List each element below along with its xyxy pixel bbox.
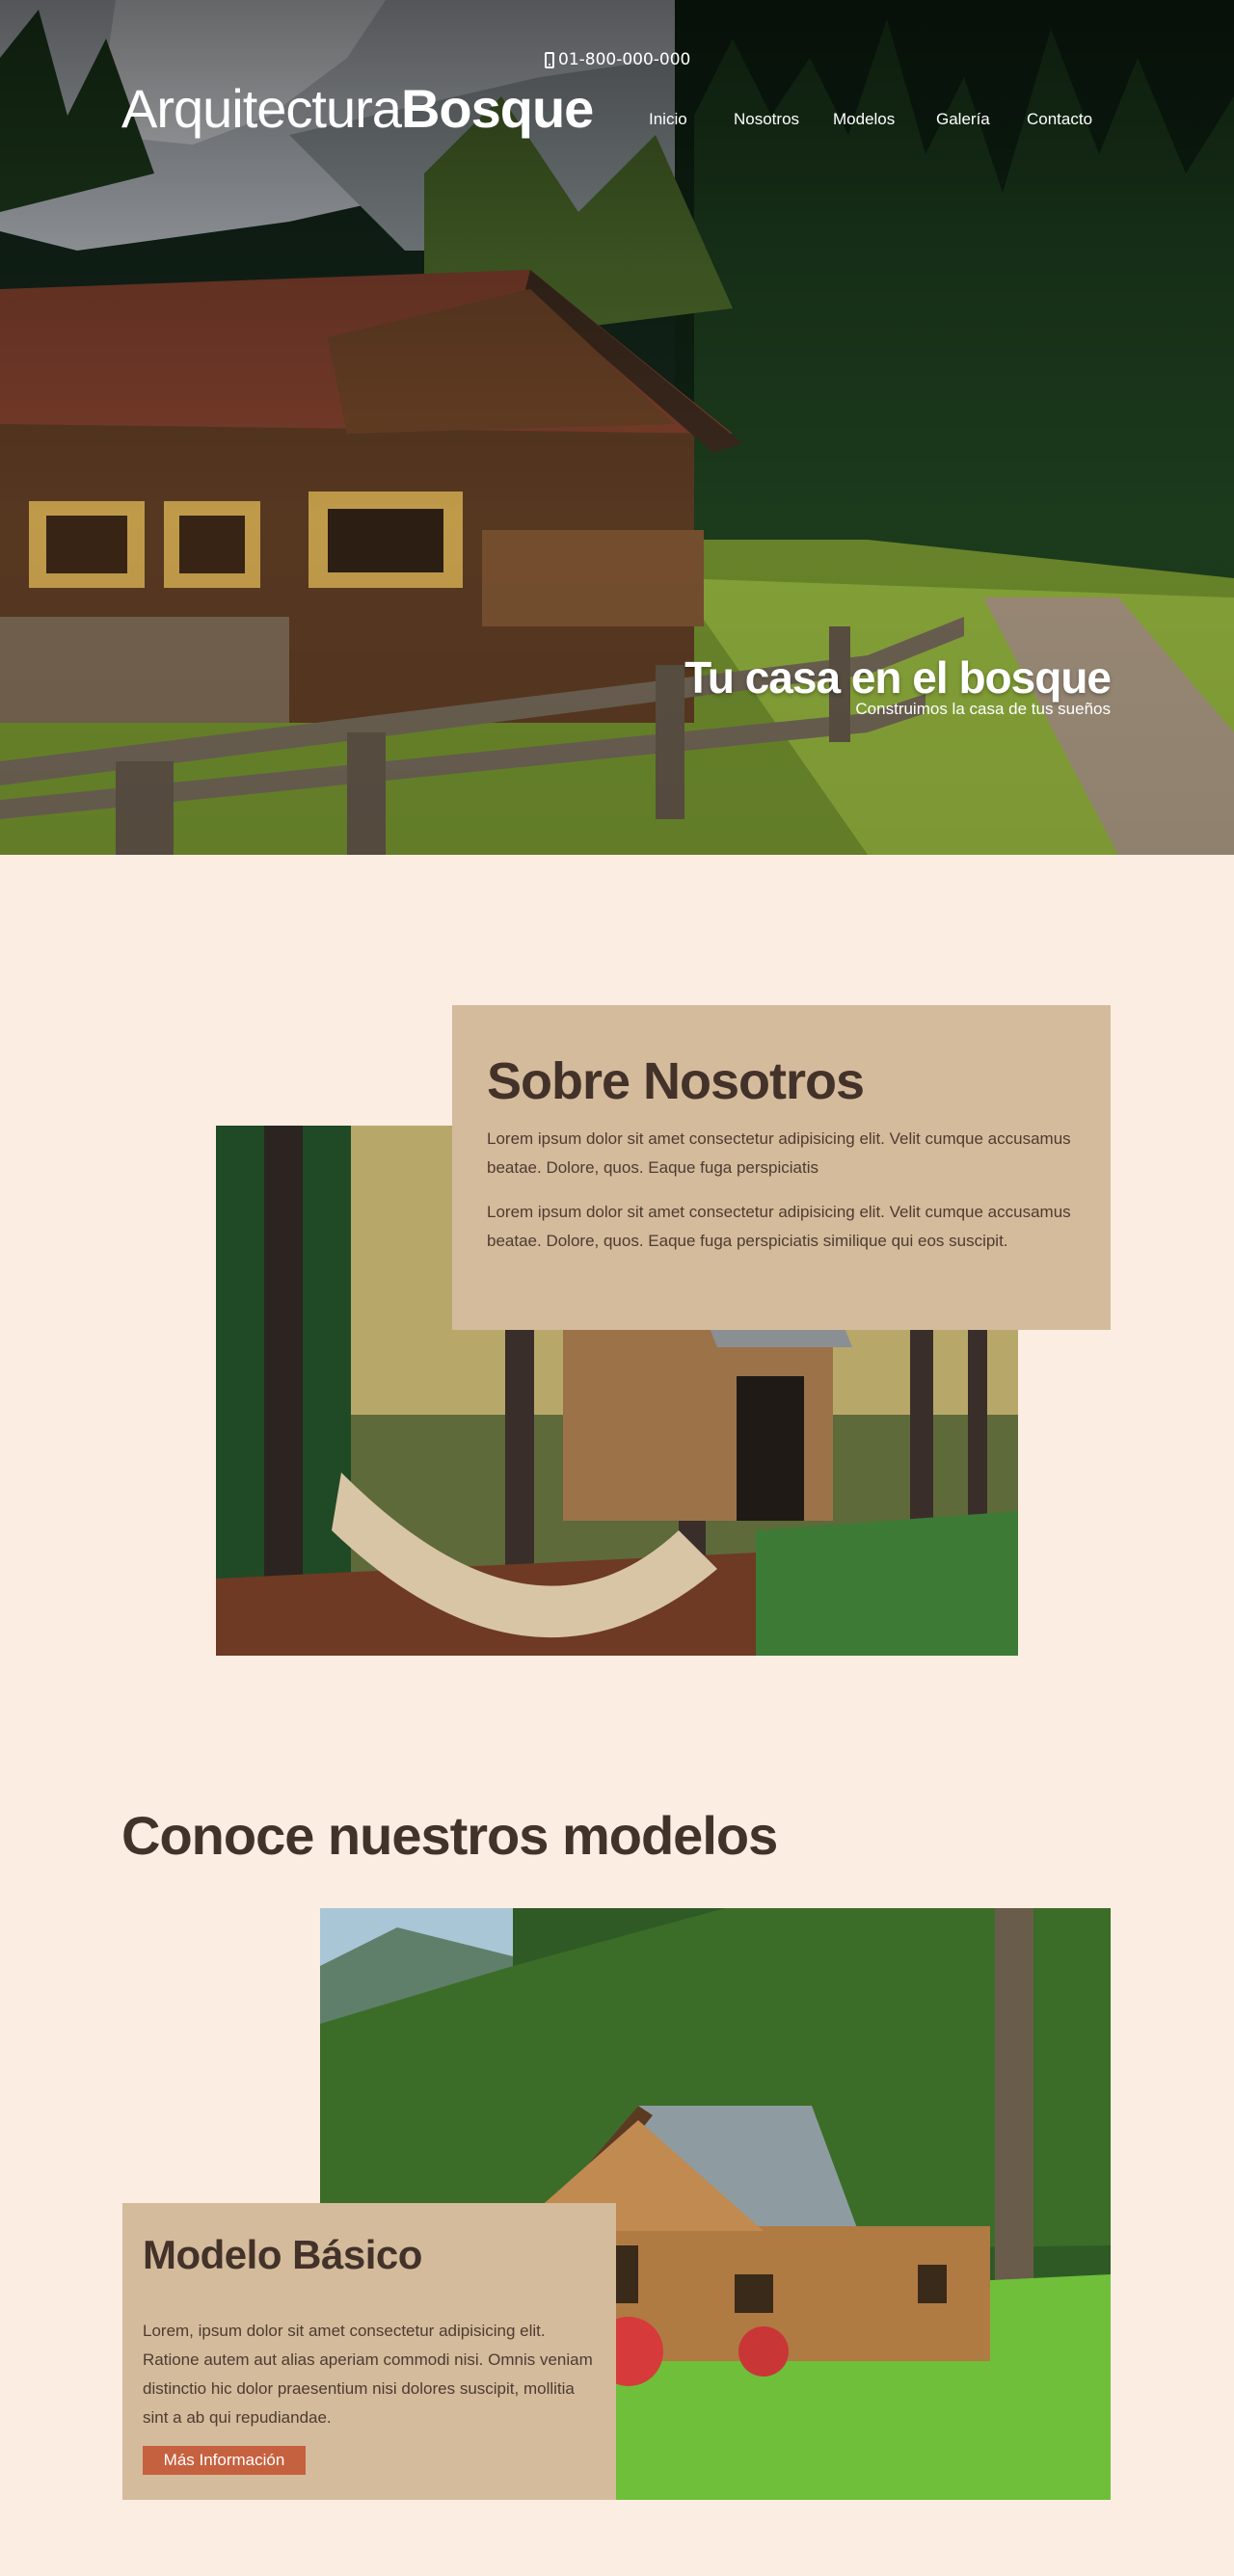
about-title: Sobre Nosotros	[487, 1052, 865, 1110]
models-section: Conoce nuestros modelos Modelo Básico Lo…	[0, 1766, 1234, 2576]
model-card-basico: Modelo Básico Lorem, ipsum dolor sit ame…	[122, 2203, 616, 2500]
nav-item-contacto[interactable]: Contacto	[1027, 110, 1092, 129]
phone-number: 01-800-000-000	[558, 50, 691, 69]
models-title: Conoce nuestros modelos	[121, 1805, 778, 1866]
logo-light-text: Arquitectura	[121, 78, 402, 139]
about-paragraph-1: Lorem ipsum dolor sit amet consectetur a…	[487, 1129, 1071, 1177]
logo-bold-text: Bosque	[400, 78, 594, 139]
about-paragraph-2: Lorem ipsum dolor sit amet consectetur a…	[487, 1203, 1071, 1250]
nav-item-galeria[interactable]: Galería	[936, 110, 990, 129]
model-card-title: Modelo Básico	[143, 2232, 422, 2277]
hero-section: 01-800-000-000 ArquitecturaBosque Inicio…	[0, 0, 1234, 855]
nav-item-modelos[interactable]: Modelos	[833, 110, 895, 129]
model-card-text: Lorem, ipsum dolor sit amet consectetur …	[143, 2322, 593, 2427]
nav-item-inicio[interactable]: Inicio	[649, 110, 687, 129]
phone-contact[interactable]: 01-800-000-000	[545, 50, 690, 69]
about-card: Sobre Nosotros Lorem ipsum dolor sit ame…	[452, 1005, 1111, 1330]
more-info-button[interactable]: Más Información	[143, 2446, 306, 2475]
nav-item-nosotros[interactable]: Nosotros	[734, 110, 799, 129]
hero-heading-block: Tu casa en el bosque Construimos la casa…	[684, 651, 1112, 719]
hero-title: Tu casa en el bosque	[684, 652, 1112, 703]
site-logo[interactable]: ArquitecturaBosque	[121, 77, 594, 140]
about-section: Sobre Nosotros Lorem ipsum dolor sit ame…	[0, 855, 1234, 1766]
phone-icon	[545, 51, 554, 68]
